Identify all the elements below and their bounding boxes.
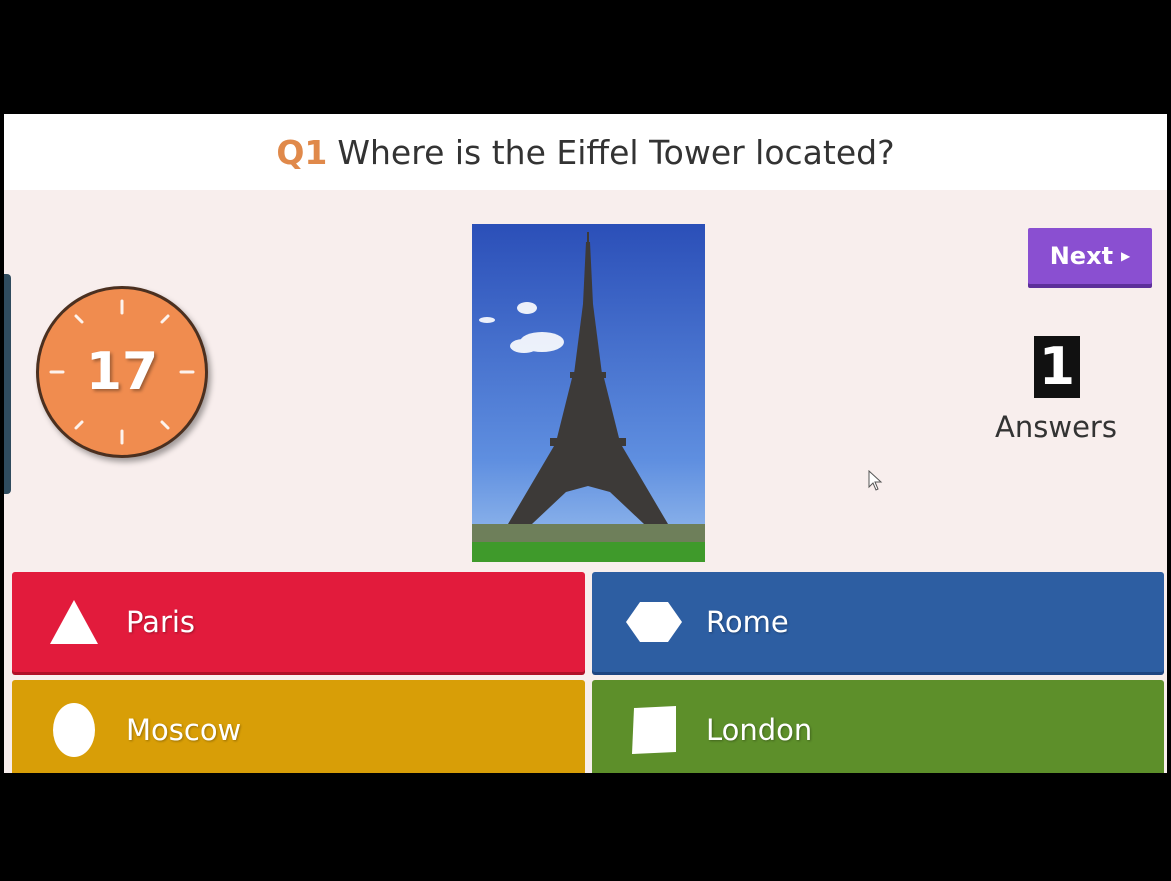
side-drawer-handle[interactable] (4, 274, 11, 494)
quiz-stage: Q1 Where is the Eiffel Tower located? 17 (4, 114, 1167, 773)
timer-value: 17 (85, 342, 159, 402)
answer-option-1[interactable]: Paris (12, 572, 585, 672)
circle-icon (46, 702, 102, 758)
answer-option-4[interactable]: London (592, 680, 1164, 773)
mouse-cursor-icon (868, 470, 883, 491)
next-button-label: Next (1049, 242, 1114, 270)
caret-right-icon: ▶ (1121, 249, 1131, 263)
answer-option-3[interactable]: Moscow (12, 680, 585, 773)
answers-count: 1 (1034, 336, 1080, 398)
hexagon-icon (626, 594, 682, 650)
question-text: Where is the Eiffel Tower located? (337, 132, 895, 172)
answer-option-2[interactable]: Rome (592, 572, 1164, 672)
answer-label: Paris (126, 605, 196, 639)
video-frame: Q1 Where is the Eiffel Tower located? 17 (0, 0, 1171, 881)
answer-label: Rome (706, 605, 789, 639)
answers-label: Answers (995, 410, 1117, 444)
square-icon (626, 702, 682, 758)
countdown-timer: 17 (36, 286, 208, 458)
next-button[interactable]: Next ▶ (1028, 228, 1152, 284)
answer-label: London (706, 713, 813, 747)
triangle-icon (46, 594, 102, 650)
eiffel-tower-photo (472, 224, 705, 562)
question-bar: Q1 Where is the Eiffel Tower located? (4, 114, 1167, 190)
question-number: Q1 (276, 132, 328, 172)
answer-label: Moscow (126, 713, 242, 747)
